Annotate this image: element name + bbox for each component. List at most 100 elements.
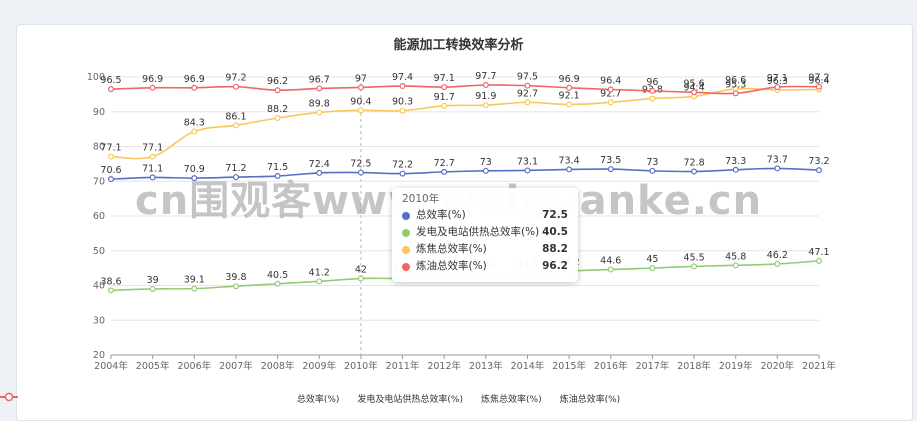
data-label: 96	[646, 77, 658, 88]
data-label: 47.1	[808, 247, 829, 258]
data-label: 89.8	[309, 98, 330, 109]
data-label: 42	[355, 265, 367, 276]
x-tick-label: 2006年	[177, 360, 211, 372]
x-tick-label: 2008年	[261, 360, 295, 372]
data-label: 86.1	[225, 111, 246, 122]
data-label: 92.7	[517, 88, 538, 99]
data-point	[815, 257, 822, 264]
x-tick-label: 2020年	[761, 360, 795, 372]
data-point	[649, 87, 656, 94]
data-label: 92.1	[559, 90, 580, 101]
legend-item-power[interactable]: 发电及电站供热总效率(%)	[0, 392, 463, 405]
data-point	[357, 107, 364, 114]
tooltip-label: 炼焦总效率(%)	[416, 243, 487, 255]
data-label: 91.7	[434, 92, 455, 103]
data-point	[649, 95, 656, 102]
data-point	[357, 84, 364, 91]
data-label: 96.4	[600, 76, 621, 87]
tooltip: 2010年 总效率(%) 72.5 发电及电站供热总效率(%) 40.5 炼焦总…	[392, 188, 578, 282]
data-point	[107, 176, 114, 183]
data-label: 96.7	[309, 74, 330, 85]
legend-item-total[interactable]: 总效率(%)	[0, 392, 339, 405]
data-label: 96.5	[100, 75, 121, 86]
data-point	[607, 86, 614, 93]
data-label: 77.1	[100, 143, 121, 154]
y-tick-label: 70	[93, 176, 105, 187]
tooltip-label: 炼油总效率(%)	[416, 260, 487, 272]
data-label: 77.1	[142, 143, 163, 154]
data-label: 39	[147, 275, 159, 286]
data-label: 73.7	[767, 154, 788, 165]
tooltip-label: 总效率(%)	[416, 209, 466, 221]
data-point	[774, 165, 781, 172]
x-tick-label: 2015年	[552, 360, 586, 372]
data-point	[232, 283, 239, 290]
data-label: 97.2	[225, 73, 246, 84]
data-point	[691, 89, 698, 96]
data-label: 96.2	[267, 76, 288, 87]
data-label: 70.6	[100, 165, 121, 176]
x-tick-label: 2017年	[636, 360, 670, 372]
data-point	[524, 99, 531, 106]
data-point	[107, 86, 114, 93]
data-point	[649, 265, 656, 272]
data-label: 90.3	[392, 97, 413, 108]
data-label: 88.2	[267, 104, 288, 115]
data-point	[482, 102, 489, 109]
series-dot-icon	[402, 211, 410, 220]
data-point	[441, 102, 448, 109]
data-point	[316, 85, 323, 92]
data-point	[482, 81, 489, 88]
legend-label: 炼油总效率(%)	[559, 395, 621, 405]
data-point	[149, 285, 156, 292]
data-label: 97	[355, 73, 367, 84]
x-tick-label: 2004年	[94, 360, 128, 372]
data-point	[732, 262, 739, 269]
data-label: 97.1	[434, 73, 455, 84]
tooltip-header: 2010年	[402, 193, 440, 205]
data-label: 41.2	[309, 267, 330, 278]
series-dot-icon	[402, 262, 410, 271]
tooltip-value: 96.2	[542, 260, 568, 272]
tooltip-row: 炼油总效率(%) 96.2	[402, 258, 568, 275]
x-tick-label: 2009年	[302, 360, 336, 372]
data-point	[607, 266, 614, 273]
x-tick-label: 2013年	[469, 360, 503, 372]
legend-item-coking[interactable]: 炼焦总效率(%)	[0, 392, 542, 405]
data-label: 84.3	[184, 118, 205, 129]
data-point	[357, 275, 364, 282]
legend-item-refining[interactable]: 炼油总效率(%)	[0, 392, 621, 405]
x-tick-label: 2014年	[511, 360, 545, 372]
data-label: 39.8	[225, 272, 246, 283]
data-point	[316, 278, 323, 285]
x-tick-label: 2018年	[677, 360, 711, 372]
data-point	[815, 83, 822, 90]
data-label: 45.8	[725, 251, 746, 262]
data-point	[566, 101, 573, 108]
tooltip-row: 发电及电站供热总效率(%) 40.5	[402, 224, 568, 241]
data-point	[399, 107, 406, 114]
data-point	[274, 280, 281, 287]
y-tick-label: 20	[93, 350, 105, 361]
tooltip-row: 炼焦总效率(%) 88.2	[402, 241, 568, 258]
data-label: 73.2	[808, 156, 829, 167]
data-label: 95.6	[683, 78, 704, 89]
data-point	[399, 83, 406, 90]
data-label: 96.9	[559, 74, 580, 85]
data-point	[232, 122, 239, 129]
series-dot-icon	[402, 245, 410, 254]
data-label: 97.7	[475, 71, 496, 82]
data-label: 45.5	[683, 252, 704, 263]
data-label: 73.1	[517, 156, 538, 167]
data-point	[732, 90, 739, 97]
data-point	[191, 84, 198, 91]
tooltip-row: 总效率(%) 72.5	[402, 207, 568, 224]
series-dot-icon	[402, 228, 410, 237]
data-label: 44.6	[600, 256, 621, 267]
data-point	[815, 167, 822, 174]
data-point	[191, 285, 198, 292]
x-tick-label: 2007年	[219, 360, 253, 372]
data-label: 39.1	[184, 275, 205, 286]
data-label: 91.9	[475, 91, 496, 102]
data-point	[149, 153, 156, 160]
